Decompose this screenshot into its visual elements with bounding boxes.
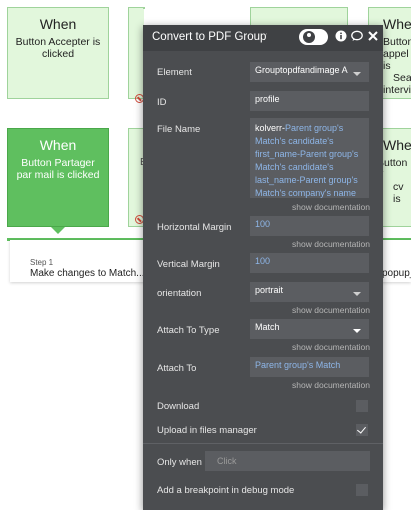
file-name-line: first_name-Parent group's xyxy=(255,149,359,159)
download-label: Download xyxy=(157,401,200,412)
event-card-title: When xyxy=(39,137,77,153)
panel-title: Convert to PDF Groupto| xyxy=(152,31,267,43)
attach-to-type-dropdown[interactable]: Match xyxy=(250,319,369,339)
orientation-label: orientation xyxy=(157,288,202,299)
event-card-2-partial[interactable] xyxy=(143,7,145,9)
id-input[interactable]: profile xyxy=(250,91,369,111)
attach-to-type-label: Attach To Type xyxy=(157,325,220,336)
orientation-dropdown[interactable]: portrait xyxy=(250,282,369,302)
event-card-partager[interactable]: When Button Partager par mail is clicked xyxy=(7,128,109,227)
file-name-input[interactable]: kolverr-Parent group's Match's candidate… xyxy=(250,118,369,198)
property-editor-panel: Convert to PDF Groupto| Element Groupt​o… xyxy=(143,25,383,510)
download-checkbox[interactable] xyxy=(356,400,368,412)
dropdown-arrow-icon xyxy=(353,72,361,76)
close-icon[interactable] xyxy=(367,30,379,42)
event-card-accepter[interactable]: When Button Accepter is clicked xyxy=(7,7,109,99)
element-dropdown[interactable]: Groupt​opdfandimage A xyxy=(250,62,369,82)
enable-toggle[interactable] xyxy=(299,29,328,45)
event-card-bottom-2[interactable]: E xyxy=(128,128,147,227)
step-number: Step 1 xyxy=(30,258,54,267)
show-documentation-link[interactable]: show documentation xyxy=(292,380,370,390)
event-card-2[interactable] xyxy=(128,7,144,99)
attach-to-input[interactable]: Parent group's Match xyxy=(250,357,369,377)
upload-label: Upload in files manager xyxy=(157,425,257,436)
vertical-margin-input[interactable]: 100 xyxy=(250,253,369,273)
breakpoint-checkbox[interactable] xyxy=(356,484,368,496)
only-when-label: Only when xyxy=(157,457,202,468)
show-documentation-link[interactable]: show documentation xyxy=(292,305,370,315)
selected-caret-icon xyxy=(51,227,65,234)
dropdown-arrow-icon xyxy=(353,292,361,296)
element-label: Element xyxy=(157,67,192,78)
file-name-line: kolverr-Parent group's xyxy=(255,123,344,133)
file-name-line: Match's company's name xyxy=(255,188,356,198)
file-name-label: File Name xyxy=(157,124,201,135)
attach-to-value: Parent group's Match xyxy=(255,360,341,370)
file-name-line: Match's candidate's xyxy=(255,162,334,172)
comment-icon[interactable] xyxy=(351,30,363,42)
only-when-placeholder: Click xyxy=(217,456,237,466)
vertical-margin-value: 100 xyxy=(255,256,271,266)
element-value: Groupt​opdfandimage A xyxy=(255,65,348,75)
dropdown-arrow-icon xyxy=(353,329,361,333)
upload-checkbox[interactable] xyxy=(356,424,368,436)
event-card-title: When xyxy=(39,16,77,32)
section-divider xyxy=(143,443,383,444)
show-documentation-link[interactable]: show documentation xyxy=(292,239,370,249)
step-description[interactable]: Make changes to Match... xyxy=(30,268,145,279)
event-card-description: Button Accepter is clicked xyxy=(15,36,101,60)
show-documentation-link[interactable]: show documentation xyxy=(292,342,370,352)
attach-to-type-value: Match xyxy=(255,322,280,332)
info-icon[interactable] xyxy=(335,30,347,42)
event-card-description: Button Partager par mail is clicked xyxy=(16,157,100,181)
file-name-line: last_name-Parent group's xyxy=(255,175,358,185)
id-value: profile xyxy=(255,94,280,104)
attach-to-label: Attach To xyxy=(157,363,197,374)
show-documentation-link[interactable]: show documentation xyxy=(292,202,370,212)
horizontal-margin-label: Horizontal Margin xyxy=(157,222,232,233)
only-when-input[interactable]: Click xyxy=(205,451,370,471)
breakpoint-label: Add a breakpoint in debug mode xyxy=(157,485,295,496)
panel-titlebar[interactable]: Convert to PDF Groupto| xyxy=(143,25,383,51)
file-name-line: Match's candidate's xyxy=(255,136,334,146)
orientation-value: portrait xyxy=(255,285,284,295)
id-label: ID xyxy=(157,97,167,108)
vertical-margin-label: Vertical Margin xyxy=(157,259,220,270)
horizontal-margin-value: 100 xyxy=(255,219,271,229)
workflow-canvas: When Button Accepter is clicked When But… xyxy=(0,0,411,510)
step-description-partial[interactable]: popup_s xyxy=(382,268,411,279)
horizontal-margin-input[interactable]: 100 xyxy=(250,216,369,236)
